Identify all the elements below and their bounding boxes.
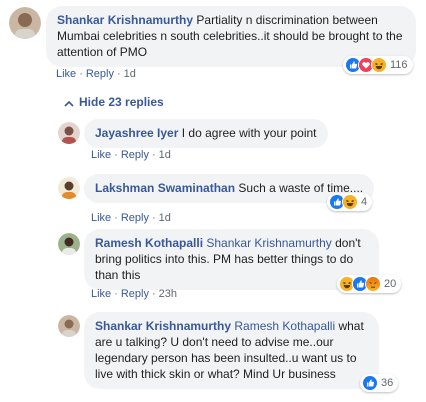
separator: ·: [114, 212, 118, 224]
comment-author[interactable]: Jayashree Iyer: [95, 126, 178, 140]
separator: ·: [151, 149, 156, 161]
reaction-count: 4: [361, 196, 368, 208]
separator: ·: [116, 68, 121, 80]
like-link[interactable]: Like: [91, 212, 111, 224]
reaction-count: 116: [390, 59, 408, 71]
like-link[interactable]: Like: [91, 149, 111, 161]
comment-actions: Like · Reply · 1d: [91, 148, 171, 162]
reply-link[interactable]: Reply: [121, 149, 149, 161]
timestamp[interactable]: 1d: [159, 212, 171, 224]
reply-link[interactable]: Reply: [86, 68, 114, 80]
chevron-up-icon: [64, 96, 74, 110]
reaction-summary[interactable]: 4: [327, 193, 373, 211]
comment-author[interactable]: Ramesh Kothapalli: [95, 236, 203, 250]
separator: ·: [114, 149, 118, 161]
avatar[interactable]: [58, 315, 80, 337]
haha-icon: [371, 57, 387, 73]
comment-author[interactable]: Shankar Krishnamurthy: [57, 13, 193, 27]
separator: ·: [114, 288, 118, 300]
reaction-count: 20: [384, 278, 397, 290]
separator: ·: [151, 288, 156, 300]
hide-replies-link[interactable]: Hide 23 replies: [64, 95, 164, 110]
comment-bubble: Shankar Krishnamurthy Ramesh Kothapalli …: [84, 312, 379, 389]
comment-author[interactable]: Shankar Krishnamurthy: [95, 319, 231, 333]
avatar[interactable]: [58, 233, 80, 255]
like-link[interactable]: Like: [91, 288, 111, 300]
reply-link[interactable]: Reply: [121, 288, 149, 300]
comment-author[interactable]: Lakshman Swaminathan: [95, 181, 235, 195]
separator: ·: [151, 212, 156, 224]
reaction-summary[interactable]: 36: [360, 374, 399, 392]
comment-actions: Like · Reply · 1d: [91, 211, 171, 225]
comment-actions: Like · Reply · 23h: [91, 287, 177, 301]
reaction-count: 36: [381, 377, 394, 389]
haha-icon: [342, 194, 358, 210]
reaction-summary[interactable]: 20: [337, 275, 402, 293]
timestamp[interactable]: 1d: [159, 149, 171, 161]
angry-icon: [365, 276, 381, 292]
timestamp[interactable]: 1d: [124, 68, 136, 80]
reply-link[interactable]: Reply: [121, 212, 149, 224]
like-link[interactable]: Like: [56, 68, 76, 80]
comment-text: I do agree with your point: [181, 126, 317, 140]
avatar[interactable]: [9, 7, 41, 39]
hide-replies-label: Hide 23 replies: [79, 95, 164, 109]
avatar[interactable]: [58, 122, 80, 144]
separator: ·: [79, 68, 83, 80]
comment-bubble: Jayashree Iyer I do agree with your poin…: [84, 119, 328, 148]
comment-actions: Like · Reply · 1d: [56, 67, 136, 81]
avatar[interactable]: [58, 177, 80, 199]
mention-link[interactable]: Shankar Krishnamurthy: [206, 236, 331, 250]
reaction-summary[interactable]: 116: [343, 56, 413, 74]
comment-bubble: Ramesh Kothapalli Shankar Krishnamurthy …: [84, 229, 379, 290]
mention-link[interactable]: Ramesh Kothapalli: [234, 319, 335, 333]
timestamp[interactable]: 23h: [159, 288, 177, 300]
like-icon: [362, 375, 378, 391]
